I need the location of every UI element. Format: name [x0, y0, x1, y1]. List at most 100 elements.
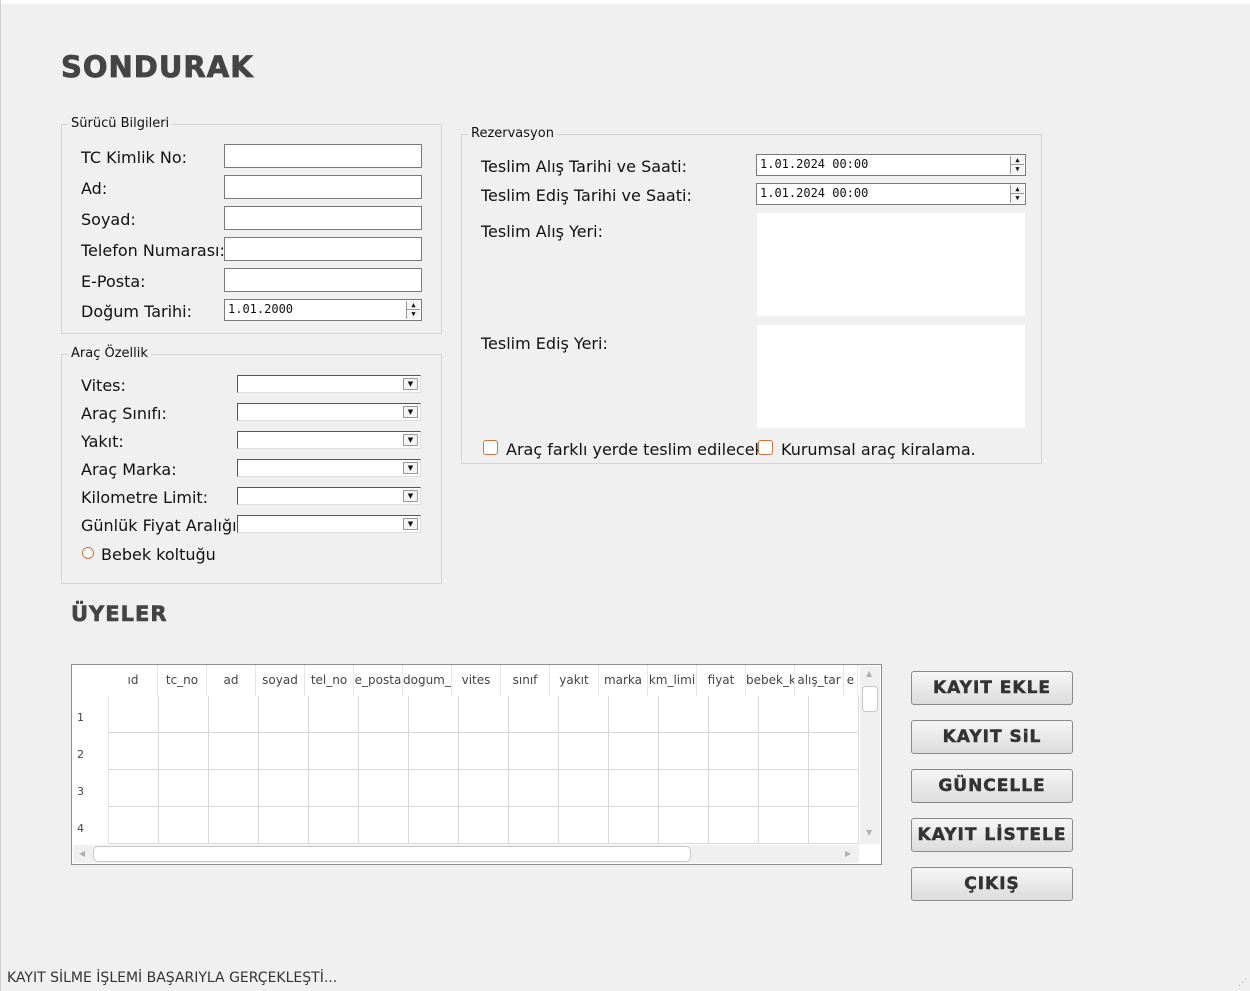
- table-cell[interactable]: [759, 733, 809, 770]
- table-cell[interactable]: [309, 696, 359, 733]
- vites-combo[interactable]: ▼: [237, 375, 421, 393]
- soyad-input[interactable]: [224, 206, 422, 230]
- table-cell[interactable]: [459, 770, 509, 807]
- table-column-header[interactable]: e: [844, 665, 858, 696]
- ad-input[interactable]: [224, 175, 422, 199]
- scroll-down-icon[interactable]: ▼: [866, 828, 872, 837]
- table-cell[interactable]: [209, 696, 259, 733]
- table-cell[interactable]: [159, 807, 209, 844]
- marka-combo[interactable]: ▼: [237, 459, 421, 477]
- table-cell[interactable]: [409, 733, 459, 770]
- table-row-header[interactable]: 1: [72, 696, 109, 733]
- kurumsal-checkbox[interactable]: [758, 440, 773, 455]
- alis-yeri-textarea[interactable]: [757, 213, 1025, 316]
- edis-datetime-spinbox[interactable]: 1.01.2024 00:00 ▲ ▼: [756, 183, 1026, 205]
- table-column-header[interactable]: soyad: [256, 665, 305, 696]
- add-record-button[interactable]: KAYIT EKLE: [911, 671, 1073, 705]
- spin-down-icon[interactable]: ▼: [1011, 194, 1024, 203]
- table-cell[interactable]: [459, 807, 509, 844]
- table-cell[interactable]: [659, 770, 709, 807]
- table-column-header[interactable]: bebek_kol: [746, 665, 795, 696]
- table-cell[interactable]: [559, 807, 609, 844]
- table-cell[interactable]: [209, 807, 259, 844]
- table-cell[interactable]: [159, 696, 209, 733]
- update-button[interactable]: GÜNCELLE: [911, 769, 1073, 803]
- table-column-header[interactable]: yakıt: [550, 665, 599, 696]
- alis-datetime-spinbox[interactable]: 1.01.2024 00:00 ▲ ▼: [756, 154, 1026, 176]
- table-cell[interactable]: [459, 733, 509, 770]
- table-cell[interactable]: [359, 696, 409, 733]
- table-cell[interactable]: [259, 807, 309, 844]
- table-cell[interactable]: [209, 733, 259, 770]
- table-column-header[interactable]: tel_no: [305, 665, 354, 696]
- eposta-input[interactable]: [224, 268, 422, 292]
- table-column-header[interactable]: alış_tar: [795, 665, 844, 696]
- table-row[interactable]: [109, 733, 859, 770]
- members-table[interactable]: ıdtc_noadsoyadtel_noe_postadogum_tavites…: [71, 664, 882, 865]
- table-cell[interactable]: [409, 770, 459, 807]
- table-cell[interactable]: [559, 696, 609, 733]
- edis-spin-buttons[interactable]: ▲ ▼: [1010, 185, 1024, 203]
- table-cell[interactable]: [159, 770, 209, 807]
- chevron-down-icon[interactable]: ▼: [403, 462, 418, 474]
- table-row-header[interactable]: 3: [72, 770, 109, 807]
- scroll-up-icon[interactable]: ▲: [866, 669, 872, 678]
- table-cell[interactable]: [759, 696, 809, 733]
- spin-down-icon[interactable]: ▼: [407, 310, 420, 319]
- table-cell[interactable]: [159, 733, 209, 770]
- table-cell[interactable]: [809, 770, 859, 807]
- chevron-down-icon[interactable]: ▼: [403, 490, 418, 502]
- list-records-button[interactable]: KAYIT LİSTELE: [911, 818, 1073, 852]
- chevron-down-icon[interactable]: ▼: [403, 406, 418, 418]
- chevron-down-icon[interactable]: ▼: [403, 518, 418, 530]
- scroll-left-icon[interactable]: ◀: [79, 849, 85, 858]
- table-cell[interactable]: [609, 807, 659, 844]
- exit-button[interactable]: ÇIKIŞ: [911, 867, 1073, 901]
- table-cell[interactable]: [659, 696, 709, 733]
- yakit-combo[interactable]: ▼: [237, 431, 421, 449]
- table-cell[interactable]: [659, 733, 709, 770]
- table-cell[interactable]: [609, 770, 659, 807]
- resize-grip-icon[interactable]: ⋰: [1238, 978, 1247, 988]
- table-cell[interactable]: [459, 696, 509, 733]
- dogum-date-spinbox[interactable]: 1.01.2000 ▲ ▼: [224, 299, 422, 321]
- table-cell[interactable]: [109, 770, 159, 807]
- bebek-radio[interactable]: [82, 547, 94, 559]
- table-row[interactable]: [109, 770, 859, 807]
- table-cell[interactable]: [809, 807, 859, 844]
- scroll-right-icon[interactable]: ▶: [845, 849, 851, 858]
- table-cell[interactable]: [309, 733, 359, 770]
- table-cell[interactable]: [709, 770, 759, 807]
- horizontal-scrollbar[interactable]: ◀ ▶: [73, 845, 859, 863]
- table-cell[interactable]: [709, 807, 759, 844]
- table-cell[interactable]: [359, 733, 409, 770]
- dogum-spin-buttons[interactable]: ▲ ▼: [406, 301, 420, 319]
- table-cell[interactable]: [359, 807, 409, 844]
- table-cell[interactable]: [709, 696, 759, 733]
- table-cell[interactable]: [809, 696, 859, 733]
- table-cell[interactable]: [609, 733, 659, 770]
- fiyat-combo[interactable]: ▼: [237, 515, 421, 533]
- table-cell[interactable]: [759, 770, 809, 807]
- table-cell[interactable]: [509, 770, 559, 807]
- table-cell[interactable]: [509, 733, 559, 770]
- table-cell[interactable]: [409, 807, 459, 844]
- table-cell[interactable]: [209, 770, 259, 807]
- table-column-header[interactable]: vites: [452, 665, 501, 696]
- chevron-down-icon[interactable]: ▼: [403, 434, 418, 446]
- km-combo[interactable]: ▼: [237, 487, 421, 505]
- table-row[interactable]: [109, 807, 859, 844]
- table-cell[interactable]: [409, 696, 459, 733]
- table-column-header[interactable]: ıd: [109, 665, 158, 696]
- table-cell[interactable]: [509, 696, 559, 733]
- table-cell[interactable]: [259, 733, 309, 770]
- table-cell[interactable]: [109, 807, 159, 844]
- table-row-header[interactable]: 2: [72, 733, 109, 770]
- telefon-input[interactable]: [224, 237, 422, 261]
- table-cell[interactable]: [359, 770, 409, 807]
- table-column-header[interactable]: km_limi: [648, 665, 697, 696]
- table-column-header[interactable]: sınıf: [501, 665, 550, 696]
- delete-record-button[interactable]: KAYIT SiL: [911, 720, 1073, 754]
- table-cell[interactable]: [559, 770, 609, 807]
- table-column-header[interactable]: dogum_ta: [403, 665, 452, 696]
